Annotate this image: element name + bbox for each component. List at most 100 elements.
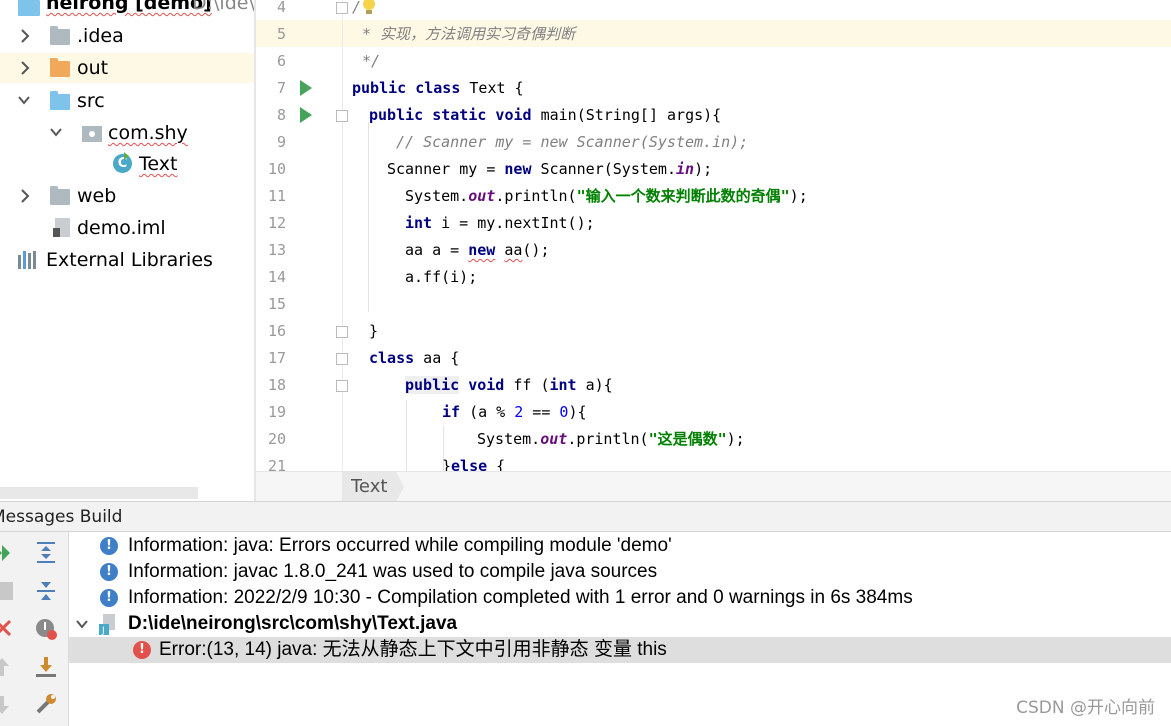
chevron-down-icon[interactable]	[16, 86, 30, 116]
up-arrow-icon[interactable]	[0, 654, 18, 680]
tree-root-label: neirong [demo]	[46, 0, 212, 14]
line-number: 14	[267, 268, 286, 286]
line-number: 21	[267, 457, 286, 471]
web-folder-icon	[50, 186, 70, 205]
tree-item-label: Text	[139, 153, 178, 175]
tree-root-path: D:\ide\	[192, 0, 254, 14]
message-text: Information: 2022/2/9 10:30 - Compilatio…	[128, 587, 913, 608]
line-number: 10	[267, 160, 286, 178]
line-number: 17	[267, 349, 286, 367]
line-number: 13	[267, 241, 286, 259]
messages-panel-title: Messages Build	[0, 507, 123, 527]
tree-item-out[interactable]: out	[0, 53, 254, 83]
code-line-11: System.out.println("输入一个数来判断此数的奇偶");	[405, 187, 808, 205]
tree-item-idea[interactable]: .idea	[0, 21, 254, 51]
message-info-row[interactable]: ! Information: javac 1.8.0_241 was used …	[69, 559, 1171, 585]
tree-item-text-class[interactable]: C Text	[0, 149, 254, 179]
module-folder-icon	[18, 0, 40, 16]
libraries-icon	[18, 251, 40, 269]
line-number: 5	[276, 25, 286, 43]
tree-item-label: web	[77, 185, 117, 207]
export-icon[interactable]	[34, 654, 60, 680]
chevron-right-icon[interactable]	[18, 181, 32, 211]
message-text: Information: java: Errors occurred while…	[128, 535, 672, 556]
source-folder-icon	[50, 91, 70, 110]
code-line-20: System.out.println("这是偶数");	[477, 430, 745, 448]
folder-icon	[50, 26, 70, 45]
message-text: Information: javac 1.8.0_241 was used to…	[128, 561, 658, 582]
messages-toolbar	[0, 532, 69, 726]
rerun-icon[interactable]	[0, 540, 18, 566]
settings-wrench-icon[interactable]	[34, 692, 60, 718]
breadcrumb-class[interactable]: Text	[342, 472, 405, 502]
horizontal-scrollbar[interactable]	[0, 487, 198, 499]
collapse-all-icon[interactable]	[34, 578, 60, 604]
tree-item-package[interactable]: com.shy	[0, 118, 254, 148]
chevron-down-icon[interactable]	[75, 611, 89, 637]
tree-item-external-libraries[interactable]: External Libraries	[0, 245, 254, 275]
tree-item-label: demo.iml	[77, 217, 166, 239]
tree-item-label: out	[77, 57, 109, 79]
code-line-21: }else {	[442, 457, 506, 471]
line-number: 18	[267, 376, 286, 394]
code-line-16: }	[369, 322, 379, 340]
line-number: 12	[267, 214, 286, 232]
info-icon: !	[100, 589, 118, 607]
message-info-row[interactable]: ! Information: 2022/2/9 10:30 - Compilat…	[69, 585, 1171, 611]
fold-marker-icon[interactable]	[336, 326, 348, 338]
code-editor[interactable]: 4 5 6 7 8 9 10 11 12 13 14 15 16 17 18 1…	[256, 0, 1171, 471]
code-line-8: public static void main(String[] args){	[369, 106, 722, 124]
run-class-icon[interactable]	[300, 80, 312, 96]
expand-all-icon[interactable]	[34, 540, 60, 566]
indent-guide	[368, 122, 369, 312]
watermark: CSDN @开心向前	[1016, 698, 1155, 718]
messages-panel-header: Messages Build	[0, 501, 1171, 532]
line-number: 20	[267, 430, 286, 448]
message-file-row[interactable]: J D:\ide\neirong\src\com\shy\Text.java	[69, 611, 1171, 637]
fold-marker-icon[interactable]	[336, 2, 348, 14]
code-line-4: /	[352, 0, 362, 16]
code-line-14: a.ff(i);	[405, 268, 478, 286]
chevron-right-icon[interactable]	[18, 53, 32, 83]
gutter-separator	[342, 0, 343, 471]
line-number: 15	[267, 295, 286, 313]
show-errors-icon[interactable]	[34, 616, 60, 642]
message-info-row[interactable]: ! Information: java: Errors occurred whi…	[69, 533, 1171, 559]
code-line-13: aa a = new aa();	[405, 241, 550, 259]
svg-text:J: J	[101, 626, 105, 636]
fold-marker-icon[interactable]	[336, 110, 348, 122]
project-tool-window: neirong [demo] D:\ide\ .idea out src com…	[0, 0, 254, 501]
message-error-row[interactable]: ! Error:(13, 14) java: 无法从静态上下文中引用非静态 变量…	[69, 637, 1171, 663]
code-line-12: int i = my.nextInt();	[405, 214, 595, 232]
tree-item-demo-iml[interactable]: demo.iml	[0, 213, 254, 243]
code-line-18: public void ff (int a){	[405, 376, 613, 394]
chevron-down-icon[interactable]	[48, 118, 62, 148]
line-number: 11	[267, 187, 286, 205]
message-text: Error:(13, 14) java: 无法从静态上下文中引用非静态 变量 t…	[159, 639, 667, 660]
error-icon: !	[133, 641, 151, 659]
line-number: 4	[276, 0, 286, 16]
code-line-6: */	[362, 52, 381, 70]
code-line-5: * 实现，方法调用实习奇偶判断	[362, 25, 576, 43]
tree-item-label: src	[77, 90, 105, 112]
line-number: 16	[267, 322, 286, 340]
message-file-path: D:\ide\neirong\src\com\shy\Text.java	[128, 613, 458, 634]
code-line-19: if (a % 2 == 0){	[442, 403, 587, 421]
chevron-right-icon[interactable]	[18, 21, 32, 51]
line-number: 9	[276, 133, 286, 151]
fold-marker-icon[interactable]	[336, 380, 348, 392]
tree-item-label: com.shy	[108, 122, 188, 144]
close-icon[interactable]	[0, 616, 18, 642]
tree-item-label: .idea	[77, 25, 124, 47]
tree-item-web[interactable]: web	[0, 181, 254, 211]
run-main-icon[interactable]	[300, 107, 312, 123]
tree-item-src[interactable]: src	[0, 86, 254, 116]
line-number: 8	[276, 106, 286, 124]
code-line-10: Scanner my = new Scanner(System.in);	[387, 160, 713, 178]
module-file-icon	[53, 218, 70, 237]
down-arrow-icon[interactable]	[0, 692, 18, 718]
tree-root[interactable]: neirong [demo] D:\ide\	[0, 0, 254, 18]
indent-guide	[406, 400, 407, 471]
stop-icon[interactable]	[0, 578, 18, 604]
fold-marker-icon[interactable]	[336, 353, 348, 365]
